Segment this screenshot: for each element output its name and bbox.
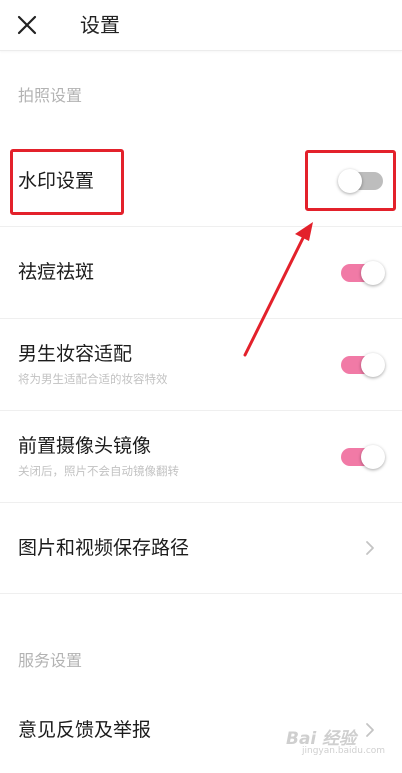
setting-subtitle-front-camera-mirror: 关闭后，照片不会自动镜像翻转 [18, 464, 179, 478]
setting-row-watermark[interactable]: 水印设置 [0, 136, 402, 226]
acne-removal-toggle[interactable] [341, 261, 385, 285]
baidu-watermark-url: jingyan.baidu.com [302, 746, 386, 756]
section-label-photo-settings: 拍照设置 [18, 86, 83, 105]
setting-title-feedback: 意见反馈及举报 [18, 719, 152, 741]
watermark-toggle[interactable] [338, 169, 383, 193]
chevron-right-icon[interactable] [364, 540, 376, 556]
setting-row-male-makeup[interactable]: 男生妆容适配 将为男生适配合适的妆容特效 [0, 319, 402, 410]
toggle-knob [338, 169, 362, 193]
toggle-knob [361, 445, 385, 469]
setting-row-front-camera-mirror[interactable]: 前置摄像头镜像 关闭后，照片不会自动镜像翻转 [0, 411, 402, 502]
page-title: 设置 [80, 13, 120, 37]
top-bar: 设置 [0, 0, 402, 51]
section-label-service-settings: 服务设置 [18, 651, 83, 670]
setting-row-acne-removal[interactable]: 祛痘祛斑 [0, 227, 402, 318]
close-button[interactable] [10, 8, 44, 42]
toggle-knob [361, 353, 385, 377]
setting-title-watermark: 水印设置 [18, 170, 95, 192]
toggle-knob [361, 261, 385, 285]
setting-title-save-path: 图片和视频保存路径 [18, 537, 190, 559]
setting-subtitle-male-makeup: 将为男生适配合适的妆容特效 [18, 372, 168, 386]
setting-title-male-makeup: 男生妆容适配 [18, 343, 133, 365]
setting-title-acne-removal: 祛痘祛斑 [18, 261, 95, 283]
close-icon [17, 15, 37, 35]
setting-title-front-camera-mirror: 前置摄像头镜像 [18, 435, 152, 457]
divider [0, 593, 402, 594]
male-makeup-toggle[interactable] [341, 353, 385, 377]
setting-row-save-path[interactable]: 图片和视频保存路径 [0, 503, 402, 593]
chevron-right-icon[interactable] [364, 722, 376, 738]
front-camera-mirror-toggle[interactable] [341, 445, 385, 469]
